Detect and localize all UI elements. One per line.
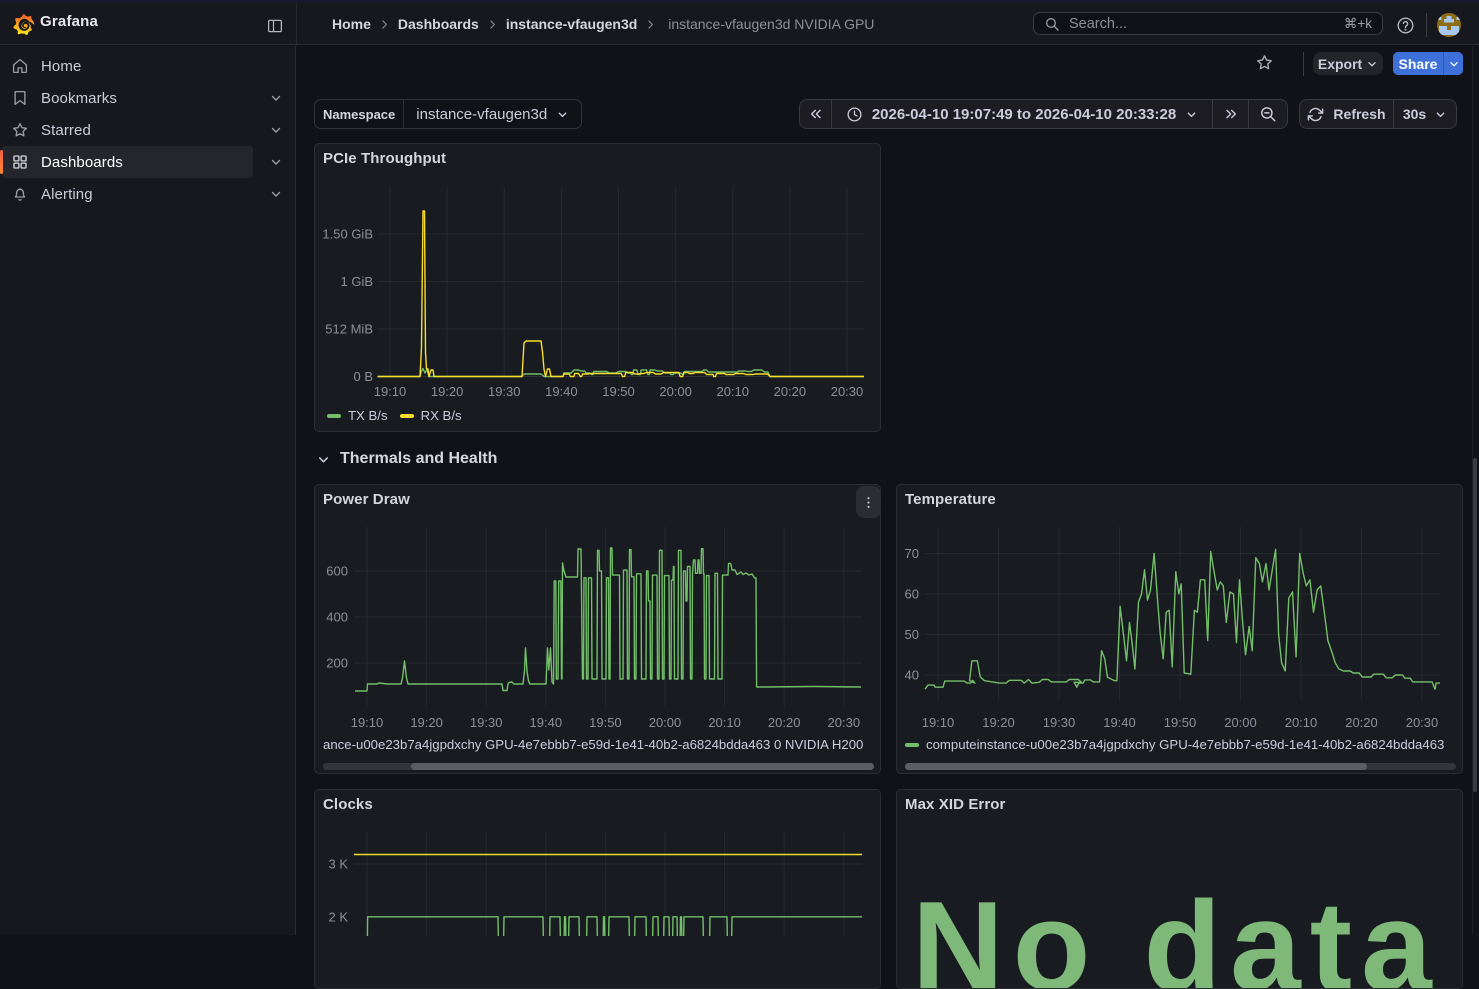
svg-text:20:20: 20:20: [1345, 715, 1378, 730]
svg-text:20:00: 20:00: [659, 384, 692, 399]
svg-text:20:10: 20:10: [716, 384, 749, 399]
svg-text:20:00: 20:00: [649, 715, 682, 730]
svg-text:20:00: 20:00: [1224, 715, 1257, 730]
svg-text:400: 400: [326, 610, 348, 625]
svg-text:200: 200: [326, 656, 348, 671]
svg-text:19:30: 19:30: [488, 384, 521, 399]
svg-text:19:20: 19:20: [982, 715, 1015, 730]
svg-text:1 GiB: 1 GiB: [340, 274, 373, 289]
svg-text:19:10: 19:10: [922, 715, 955, 730]
svg-text:0 B: 0 B: [353, 369, 373, 384]
svg-text:60: 60: [905, 587, 919, 602]
svg-text:20:30: 20:30: [828, 715, 861, 730]
svg-text:20:10: 20:10: [1285, 715, 1318, 730]
svg-text:19:10: 19:10: [351, 715, 384, 730]
svg-text:2 K: 2 K: [328, 910, 348, 925]
svg-text:19:20: 19:20: [431, 384, 464, 399]
svg-text:600: 600: [326, 564, 348, 579]
svg-text:20:10: 20:10: [708, 715, 741, 730]
svg-text:19:40: 19:40: [530, 715, 563, 730]
svg-text:19:40: 19:40: [1103, 715, 1136, 730]
svg-text:3 K: 3 K: [328, 857, 348, 872]
svg-text:19:10: 19:10: [374, 384, 407, 399]
svg-text:512 MiB: 512 MiB: [325, 322, 373, 337]
svg-text:50: 50: [905, 627, 919, 642]
svg-text:19:50: 19:50: [589, 715, 622, 730]
svg-text:19:50: 19:50: [1164, 715, 1197, 730]
svg-text:19:30: 19:30: [1043, 715, 1076, 730]
svg-text:20:20: 20:20: [768, 715, 801, 730]
svg-text:20:30: 20:30: [1406, 715, 1439, 730]
svg-text:40: 40: [905, 668, 919, 683]
svg-text:1.50 GiB: 1.50 GiB: [322, 227, 373, 242]
svg-text:20:30: 20:30: [831, 384, 864, 399]
svg-text:19:40: 19:40: [545, 384, 578, 399]
svg-text:20:20: 20:20: [774, 384, 807, 399]
svg-text:19:30: 19:30: [470, 715, 503, 730]
svg-text:19:50: 19:50: [602, 384, 635, 399]
svg-text:19:20: 19:20: [410, 715, 443, 730]
svg-text:70: 70: [905, 546, 919, 561]
